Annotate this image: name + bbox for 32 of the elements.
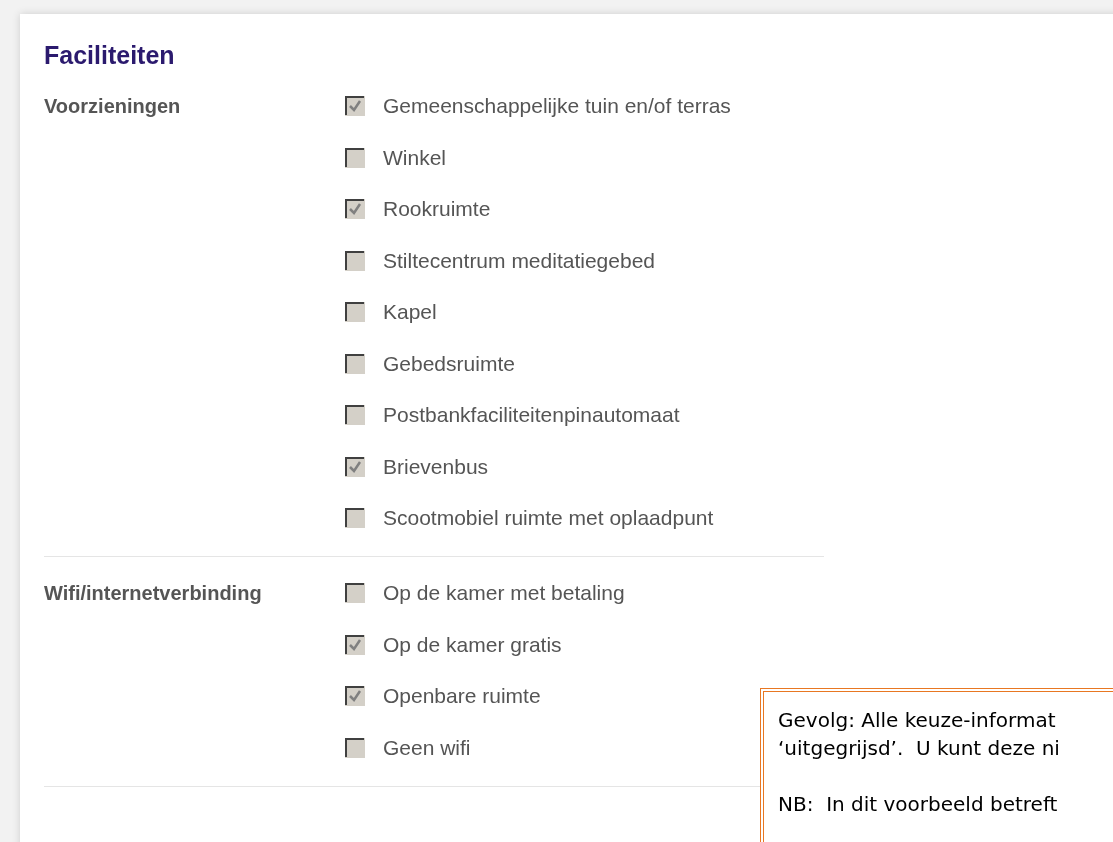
option-label: Stiltecentrum meditatiegebed xyxy=(383,247,655,274)
option-label: Scootmobiel ruimte met oplaadpunt xyxy=(383,505,714,531)
section-title: Faciliteiten xyxy=(44,40,175,70)
checkbox[interactable] xyxy=(345,583,365,603)
option-label: Op de kamer gratis xyxy=(383,631,562,658)
option-label: Op de kamer met betaling xyxy=(383,580,625,606)
option-label: Gebedsruimte xyxy=(383,350,515,377)
option-label: Openbare ruimte xyxy=(383,683,541,709)
option-label: Kapel xyxy=(383,299,437,325)
checked-checkbox[interactable] xyxy=(345,199,365,219)
note-text: ‘uitgegrijsd’. U kunt deze ni xyxy=(778,735,1060,762)
checked-checkbox[interactable] xyxy=(345,634,365,655)
option-label: Winkel xyxy=(383,144,446,171)
note-text: Gevolg: Alle keuze-informat xyxy=(778,707,1056,734)
checkbox[interactable] xyxy=(345,147,365,168)
checkbox[interactable] xyxy=(345,302,365,322)
checkbox[interactable] xyxy=(345,405,365,425)
checkbox[interactable] xyxy=(345,508,365,528)
group-label: Voorzieningen xyxy=(44,94,182,119)
option-label: Brievenbus xyxy=(383,453,489,480)
option-label: Gemeenschappelijke tuin en/of terras xyxy=(383,93,731,119)
checked-checkbox[interactable] xyxy=(345,686,365,706)
checkbox[interactable] xyxy=(345,737,365,758)
note-text: NB: In dit voorbeeld betreft xyxy=(778,791,1058,818)
group-label: Wifi/internetverbinding xyxy=(44,581,263,606)
option-label: Rookruimte xyxy=(383,196,491,222)
checked-checkbox[interactable] xyxy=(345,456,365,477)
checked-checkbox[interactable] xyxy=(345,96,365,116)
option-label: Postbankfaciliteitenpinautomaat xyxy=(383,402,680,428)
checkbox[interactable] xyxy=(345,250,365,271)
checkbox[interactable] xyxy=(345,353,365,374)
option-label: Geen wifi xyxy=(383,734,471,761)
